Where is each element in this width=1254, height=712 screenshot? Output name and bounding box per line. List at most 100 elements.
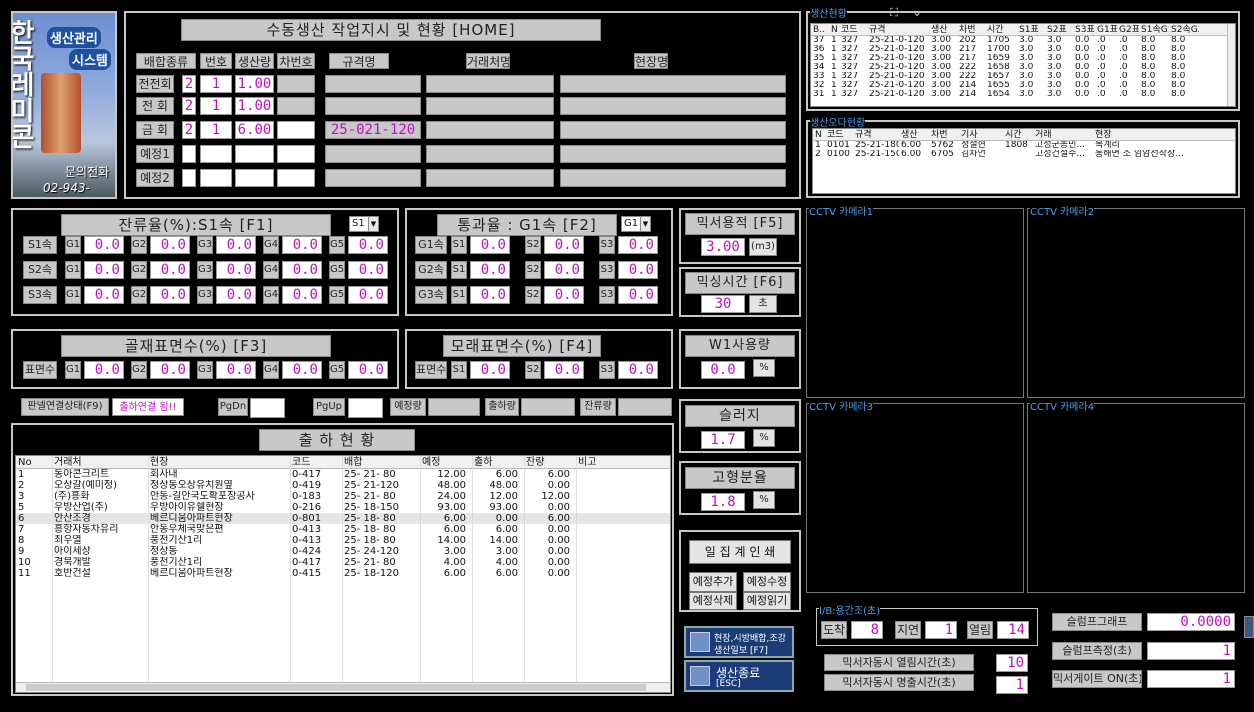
- daily-print-button[interactable]: 일 집 계 인 쇄: [689, 540, 791, 564]
- residual-value-input[interactable]: 0.0: [216, 261, 256, 279]
- residual-value-input[interactable]: 0.0: [150, 286, 190, 304]
- row-prev1-qty[interactable]: 1.00: [235, 97, 274, 115]
- mixer-close-time-input[interactable]: 1: [996, 676, 1028, 694]
- table-row[interactable]: 37 1 327 25-21-0-120 3.00 202 1705 3.0 3.0 0.0 .0.…: [811, 36, 1235, 45]
- row-current-qty[interactable]: 6.00: [235, 121, 274, 139]
- table-row[interactable]: 3 (주)흥화 안동-길안국도확포장공사 0-183 25- 21- 80 24.00 12…: [16, 491, 670, 502]
- residual-value-input[interactable]: 0.0: [84, 236, 124, 254]
- table-row[interactable]: 31 1 327 25-21-0-120 3.00 214 1654 3.0 3.0 0.0 .0.…: [811, 90, 1235, 99]
- residual-value-input[interactable]: 0.0: [150, 261, 190, 279]
- row-current-site[interactable]: [560, 121, 786, 139]
- row-prev2-spec[interactable]: [325, 75, 421, 93]
- passing-value-input[interactable]: 0.0: [544, 236, 584, 254]
- table-row[interactable]: 1 동아콘크리트 회사내 0-417 25- 21- 80 12.00 6.00 6.00: [16, 469, 670, 480]
- pgdn-input[interactable]: [250, 398, 285, 418]
- row-current-spec[interactable]: 25-021-120: [325, 121, 421, 139]
- row-plan1-client[interactable]: [426, 145, 554, 163]
- table-row[interactable]: 5 우방산업(주) 우방아이유쉘현장 0-216 25- 18-150 93.00 93.0…: [16, 502, 670, 513]
- table-row[interactable]: 8 최우열 풍천기산1리 0-413 25- 18- 80 14.00 14.00 0.00: [16, 535, 670, 546]
- slump-measure-input[interactable]: 1: [1147, 642, 1235, 660]
- table-row[interactable]: 11 호반건설 베르디움아파트현장 0-415 25- 18-120 6.00 6.00 0.…: [16, 568, 670, 579]
- sand-surface-input[interactable]: 0.0: [470, 361, 510, 379]
- passing-value-input[interactable]: 0.0: [618, 236, 658, 254]
- row-current-num2[interactable]: 1: [200, 121, 232, 139]
- residual-value-input[interactable]: 0.0: [150, 236, 190, 254]
- residual-select[interactable]: S1 ▼: [349, 216, 379, 232]
- row-plan2-client[interactable]: [426, 169, 554, 187]
- timer-arrive-input[interactable]: 8: [851, 621, 883, 639]
- panel-connect-button[interactable]: 판넬연결상태(F9): [21, 398, 109, 416]
- mixer-gate-input[interactable]: 1: [1147, 670, 1235, 688]
- row-current-car[interactable]: [277, 121, 315, 139]
- timer-delay-input[interactable]: 1: [925, 621, 957, 639]
- passing-value-input[interactable]: 0.0: [618, 261, 658, 279]
- row-prev1-client[interactable]: [426, 97, 554, 115]
- residual-value-input[interactable]: 0.0: [216, 286, 256, 304]
- table-row[interactable]: 2 오상갈(예미정) 정상동오상유치원옆 0-419 25- 21-120 48.00 48…: [16, 480, 670, 491]
- row-prev2-num2[interactable]: 1: [200, 75, 232, 93]
- residual-value-input[interactable]: 0.0: [216, 236, 256, 254]
- table-row[interactable]: 10 경북개발 풍천기산1리 0-417 25- 21- 80 4.00 4.00 0.00: [16, 557, 670, 568]
- w1-input[interactable]: 0.0: [701, 361, 745, 379]
- row-plan1-num2[interactable]: [200, 145, 232, 163]
- daily-report-button[interactable]: 현장,시방배합,조강 생산일보 [F7]: [684, 626, 794, 658]
- passing-value-input[interactable]: 0.0: [544, 261, 584, 279]
- residual-value-input[interactable]: 0.0: [282, 236, 322, 254]
- pgdn-button[interactable]: PgDn: [218, 398, 248, 416]
- aggregate-surface-input[interactable]: 0.0: [216, 361, 256, 379]
- chevron-down-icon[interactable]: ⌄: [912, 5, 926, 19]
- production-vertical-scrollbar[interactable]: [1227, 24, 1235, 106]
- solid-ratio-input[interactable]: 1.8: [701, 493, 745, 511]
- mixer-open-time-input[interactable]: 10: [996, 654, 1028, 672]
- plan-read-button[interactable]: 예정읽기: [743, 592, 791, 610]
- table-row[interactable]: 2 0100 25-21-150 ...6.00 6705 김차언 고성건설주... 동해면…: [813, 150, 1235, 159]
- sand-surface-input[interactable]: 0.0: [544, 361, 584, 379]
- row-prev2-qty[interactable]: 1.00: [235, 75, 274, 93]
- table-row[interactable]: 33 1 327 25-21-0-120 3.00 222 1657 3.0 3.0 0.0 .0.…: [811, 72, 1235, 81]
- passing-value-input[interactable]: 0.0: [544, 286, 584, 304]
- row-current-num[interactable]: 2: [182, 121, 196, 139]
- production-end-button[interactable]: 생산종료 [ESC]: [684, 660, 794, 692]
- row-plan1-num[interactable]: [182, 145, 196, 163]
- row-prev1-site[interactable]: [560, 97, 786, 115]
- timer-open-input[interactable]: 14: [997, 621, 1029, 639]
- passing-value-input[interactable]: 0.0: [470, 236, 510, 254]
- aggregate-surface-input[interactable]: 0.0: [282, 361, 322, 379]
- plan-add-button[interactable]: 예정추가: [689, 572, 737, 592]
- side-tab-handle[interactable]: [1244, 616, 1254, 638]
- row-prev1-num[interactable]: 2: [182, 97, 196, 115]
- row-plan1-car[interactable]: [277, 145, 315, 163]
- residual-value-input[interactable]: 0.0: [84, 286, 124, 304]
- row-prev2-num[interactable]: 2: [182, 75, 196, 93]
- mix-time-input[interactable]: 30: [701, 295, 745, 313]
- passing-select[interactable]: G1 ▼: [621, 216, 651, 232]
- table-row[interactable]: 34 1 327 25-21-0-120 3.00 222 1658 3.0 3.0 0.0 .0.…: [811, 63, 1235, 72]
- row-plan2-qty[interactable]: [235, 169, 274, 187]
- row-prev1-car[interactable]: [277, 97, 315, 115]
- table-row[interactable]: 6 안산조경 베르디움아파트현장 0-801 25- 18- 80 6.00 0.00 6.0…: [16, 513, 670, 524]
- table-row[interactable]: 36 1 327 25-21-0-120 3.00 217 1700 3.0 3.0 0.0 .0.…: [811, 45, 1235, 54]
- row-plan1-qty[interactable]: [235, 145, 274, 163]
- table-row[interactable]: 35 1 327 25-21-0-120 3.00 217 1659 3.0 3.0 0.0 .0.…: [811, 54, 1235, 63]
- row-plan2-spec[interactable]: [325, 169, 421, 187]
- row-plan2-num2[interactable]: [200, 169, 232, 187]
- aggregate-surface-input[interactable]: 0.0: [348, 361, 388, 379]
- aggregate-surface-input[interactable]: 0.0: [150, 361, 190, 379]
- pgup-input[interactable]: [348, 398, 383, 418]
- row-plan1-site[interactable]: [560, 145, 786, 163]
- table-row[interactable]: 32 1 327 25-21-0-120 3.00 214 1655 3.0 3.0 0.0 .0.…: [811, 81, 1235, 90]
- residual-value-input[interactable]: 0.0: [84, 261, 124, 279]
- order-status-table[interactable]: N 코드 규격 생산 차번 기사 시간 거래 현장 1 0101 25-21-180 ...6.00…: [812, 128, 1236, 194]
- row-plan2-site[interactable]: [560, 169, 786, 187]
- row-prev1-num2[interactable]: 1: [200, 97, 232, 115]
- aggregate-surface-input[interactable]: 0.0: [84, 361, 124, 379]
- residual-value-input[interactable]: 0.0: [282, 286, 322, 304]
- table-row[interactable]: 7 흥항자동차유리 안동우체국맞은편 0-413 25- 18- 80 6.00 6.00 0…: [16, 524, 670, 535]
- mixer-volume-input[interactable]: 3.00: [701, 238, 745, 256]
- sand-surface-input[interactable]: 0.0: [618, 361, 658, 379]
- row-prev1-spec[interactable]: [325, 97, 421, 115]
- row-prev2-site[interactable]: [560, 75, 786, 93]
- plan-delete-button[interactable]: 예정삭제: [689, 592, 737, 610]
- expand-icon[interactable]: ⛶: [890, 7, 904, 19]
- row-current-client[interactable]: [426, 121, 554, 139]
